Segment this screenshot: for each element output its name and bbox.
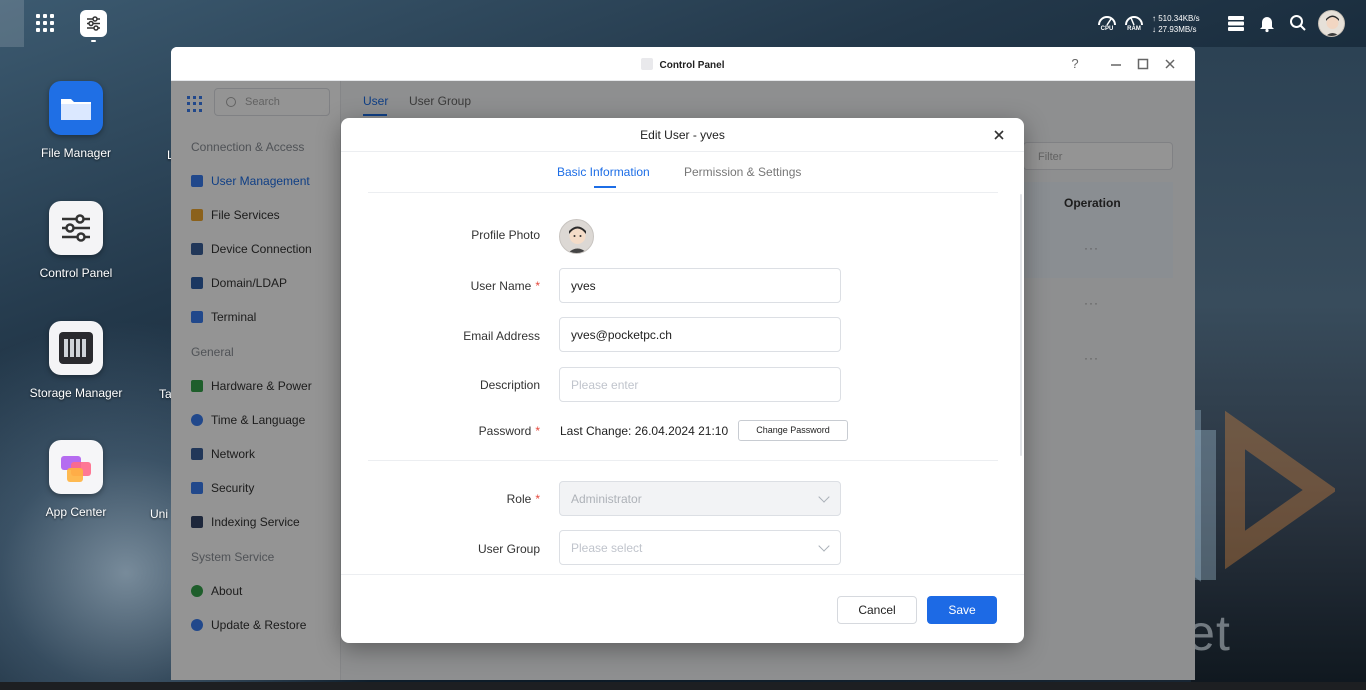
divider	[368, 460, 998, 461]
close-icon[interactable]	[1162, 56, 1178, 72]
close-icon[interactable]	[990, 126, 1008, 144]
divider	[368, 192, 998, 193]
storage-icon[interactable]	[1226, 13, 1246, 33]
user-group-select[interactable]: Please select	[559, 530, 841, 565]
chevron-down-icon	[818, 540, 830, 552]
user-name-input[interactable]: yves	[559, 268, 841, 303]
storage-manager-icon	[49, 321, 103, 375]
user-group-placeholder: Please select	[571, 541, 643, 555]
desktop-icon-label: File Manager	[40, 146, 112, 160]
dialog-title: Edit User - yves	[640, 128, 725, 142]
app-launcher-grid-icon[interactable]	[36, 14, 54, 32]
net-upload: ↑ 510.34KB/s	[1152, 14, 1200, 23]
net-download: ↓ 27.93MB/s	[1152, 25, 1197, 34]
description-input[interactable]: Please enter	[559, 367, 841, 402]
partial-desktop-label: Uni	[150, 507, 169, 521]
desktop-icon-label: App Center	[45, 505, 107, 519]
sliders-icon	[49, 201, 103, 255]
tab-permission-settings[interactable]: Permission & Settings	[684, 165, 801, 179]
change-password-button[interactable]: Change Password	[738, 420, 848, 441]
help-button[interactable]: ?	[1067, 56, 1083, 72]
edit-user-dialog: Edit User - yves Basic Information Permi…	[341, 118, 1024, 643]
password-last-change: Last Change: 26.04.2024 21:10	[560, 424, 729, 438]
user-name-label: User Name *	[471, 279, 540, 293]
taskbar: CPU RAM ↑ 510.34KB/s ↓ 27.93MB/s	[0, 0, 1366, 47]
required-mark: *	[535, 492, 540, 506]
partial-desktop-label: Ta	[159, 387, 172, 401]
maximize-icon[interactable]	[1135, 56, 1151, 72]
window-title-text: Control Panel	[659, 60, 725, 71]
user-group-label: User Group	[477, 542, 540, 556]
running-indicator	[91, 40, 96, 42]
role-label-text: Role	[506, 492, 532, 506]
required-mark: *	[535, 279, 540, 293]
email-input[interactable]: yves@pocketpc.ch	[559, 317, 841, 352]
password-label-text: Password	[478, 424, 532, 438]
desktop-file-manager[interactable]: File Manager	[21, 81, 131, 160]
desktop-app-center[interactable]: App Center	[21, 440, 131, 519]
user-avatar[interactable]	[1318, 10, 1345, 37]
app-center-icon	[49, 440, 103, 494]
network-speed: ↑ 510.34KB/s ↓ 27.93MB/s	[1152, 13, 1200, 35]
cpu-label: CPU	[1100, 26, 1114, 32]
control-panel-icon	[641, 58, 654, 70]
save-button[interactable]: Save	[927, 596, 997, 624]
profile-photo-avatar[interactable]	[559, 219, 594, 254]
tab-basic-information[interactable]: Basic Information	[557, 165, 650, 179]
desktop-icon-label: Control Panel	[39, 266, 113, 280]
tab-underline	[594, 186, 616, 188]
desktop-icon-label: Storage Manager	[29, 386, 123, 400]
cpu-gauge-icon[interactable]: CPU	[1096, 12, 1118, 34]
divider	[341, 151, 1024, 152]
user-name-label-text: User Name	[470, 279, 532, 293]
taskbar-control-panel-icon[interactable]	[80, 10, 107, 37]
ram-label: RAM	[1127, 26, 1141, 32]
role-select-value: Administrator	[571, 492, 642, 506]
password-label: Password *	[479, 424, 540, 438]
divider	[341, 574, 1024, 575]
role-select: Administrator	[559, 481, 841, 516]
desktop-storage-manager[interactable]: Storage Manager	[21, 321, 131, 400]
required-mark: *	[535, 424, 540, 438]
scrollbar[interactable]	[1020, 194, 1022, 456]
search-icon[interactable]	[1288, 13, 1308, 33]
ram-gauge-icon[interactable]: RAM	[1123, 12, 1145, 34]
desktop-control-panel[interactable]: Control Panel	[21, 201, 131, 280]
email-label: Email Address	[463, 329, 540, 343]
chevron-down-icon	[818, 491, 830, 503]
description-label: Description	[479, 378, 540, 392]
role-label: Role *	[507, 492, 540, 506]
profile-photo-label: Profile Photo	[471, 228, 540, 242]
cancel-button[interactable]: Cancel	[837, 596, 917, 624]
minimize-icon[interactable]	[1108, 56, 1124, 72]
taskbar-edge	[0, 0, 24, 47]
screen-bottom-edge	[0, 682, 1366, 690]
folder-icon	[49, 81, 103, 135]
window-titlebar[interactable]: Control Panel ?	[171, 47, 1195, 81]
bell-icon[interactable]	[1257, 13, 1277, 33]
window-title: Control Panel	[171, 58, 1195, 71]
